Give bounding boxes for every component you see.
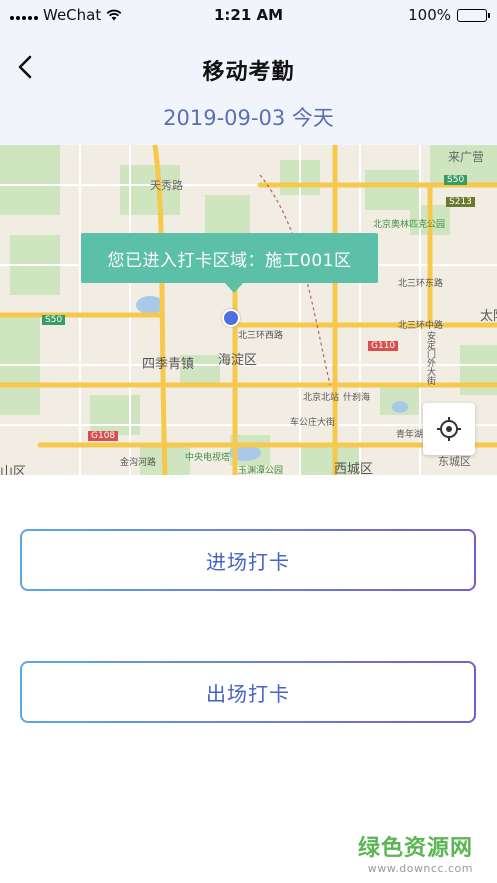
map-label-anding: 安定门外大街	[425, 331, 435, 385]
watermark-url: www.downcc.com	[367, 862, 473, 875]
map-label-jinghe: 金沟河路	[120, 458, 157, 468]
map-label-qinghe: 青年湖	[396, 430, 424, 440]
map-label-haidian: 海淀区	[218, 353, 258, 368]
map-label-chegongzhuang: 车公庄大街	[290, 418, 336, 428]
map-label-yuyuantan: 玉渊潭公园	[238, 466, 284, 475]
map-label-g110: G110	[368, 341, 399, 351]
watermark: 绿色资源网 www.downcc.com	[358, 830, 473, 875]
punch-out-button[interactable]: 出场打卡	[20, 661, 476, 723]
locate-button[interactable]	[423, 403, 475, 455]
map-label-xicheng: 西城区	[334, 462, 374, 475]
status-right: 100%	[408, 6, 490, 24]
map-label-dongcheng: 东城区	[438, 455, 471, 468]
map-label-sijiqing: 四季青镇	[142, 357, 195, 372]
map-label-shan: 山区	[0, 465, 27, 475]
location-marker	[222, 309, 240, 327]
map-label-zhongyang: 中央电视塔	[185, 453, 231, 463]
map-label-shichahai: 什刹海	[343, 393, 371, 403]
map-label-beijing-bei: 北京北站	[303, 393, 340, 403]
map-label-taiyang: 太阳	[480, 309, 497, 324]
page-title: 移动考勤	[202, 60, 295, 85]
map-label-s50-a: S50	[444, 175, 468, 185]
map-label-olympic: 北京奥林匹克公园	[373, 220, 446, 230]
map-label-s213: S213	[446, 197, 475, 207]
punch-in-button[interactable]: 进场打卡	[20, 529, 476, 591]
header: 移动考勤 2019-09-03 今天	[0, 30, 497, 145]
crosshair-icon	[437, 417, 461, 441]
map-label-s50-b: S50	[42, 315, 66, 325]
battery-icon	[457, 8, 490, 22]
status-bar: WeChat 1:21 AM 100%	[0, 0, 497, 30]
map-label-bei3huan-m: 北三环中路	[398, 321, 444, 331]
map-label-laiguang: 来广营	[448, 150, 485, 164]
date-label: 2019-09-03 今天	[163, 106, 334, 130]
map-label-tianyuan: 天秀路	[150, 179, 183, 192]
area-tooltip: 您已进入打卡区域：施工001区	[81, 233, 378, 293]
battery-percent: 100%	[408, 6, 451, 24]
map-label-g108: G108	[88, 431, 119, 441]
watermark-text: 绿色资源网	[357, 836, 473, 861]
map-label-bei3huan-e: 北三环东路	[398, 279, 444, 289]
map-label-bei3huan-w: 北三环西路	[238, 331, 284, 341]
